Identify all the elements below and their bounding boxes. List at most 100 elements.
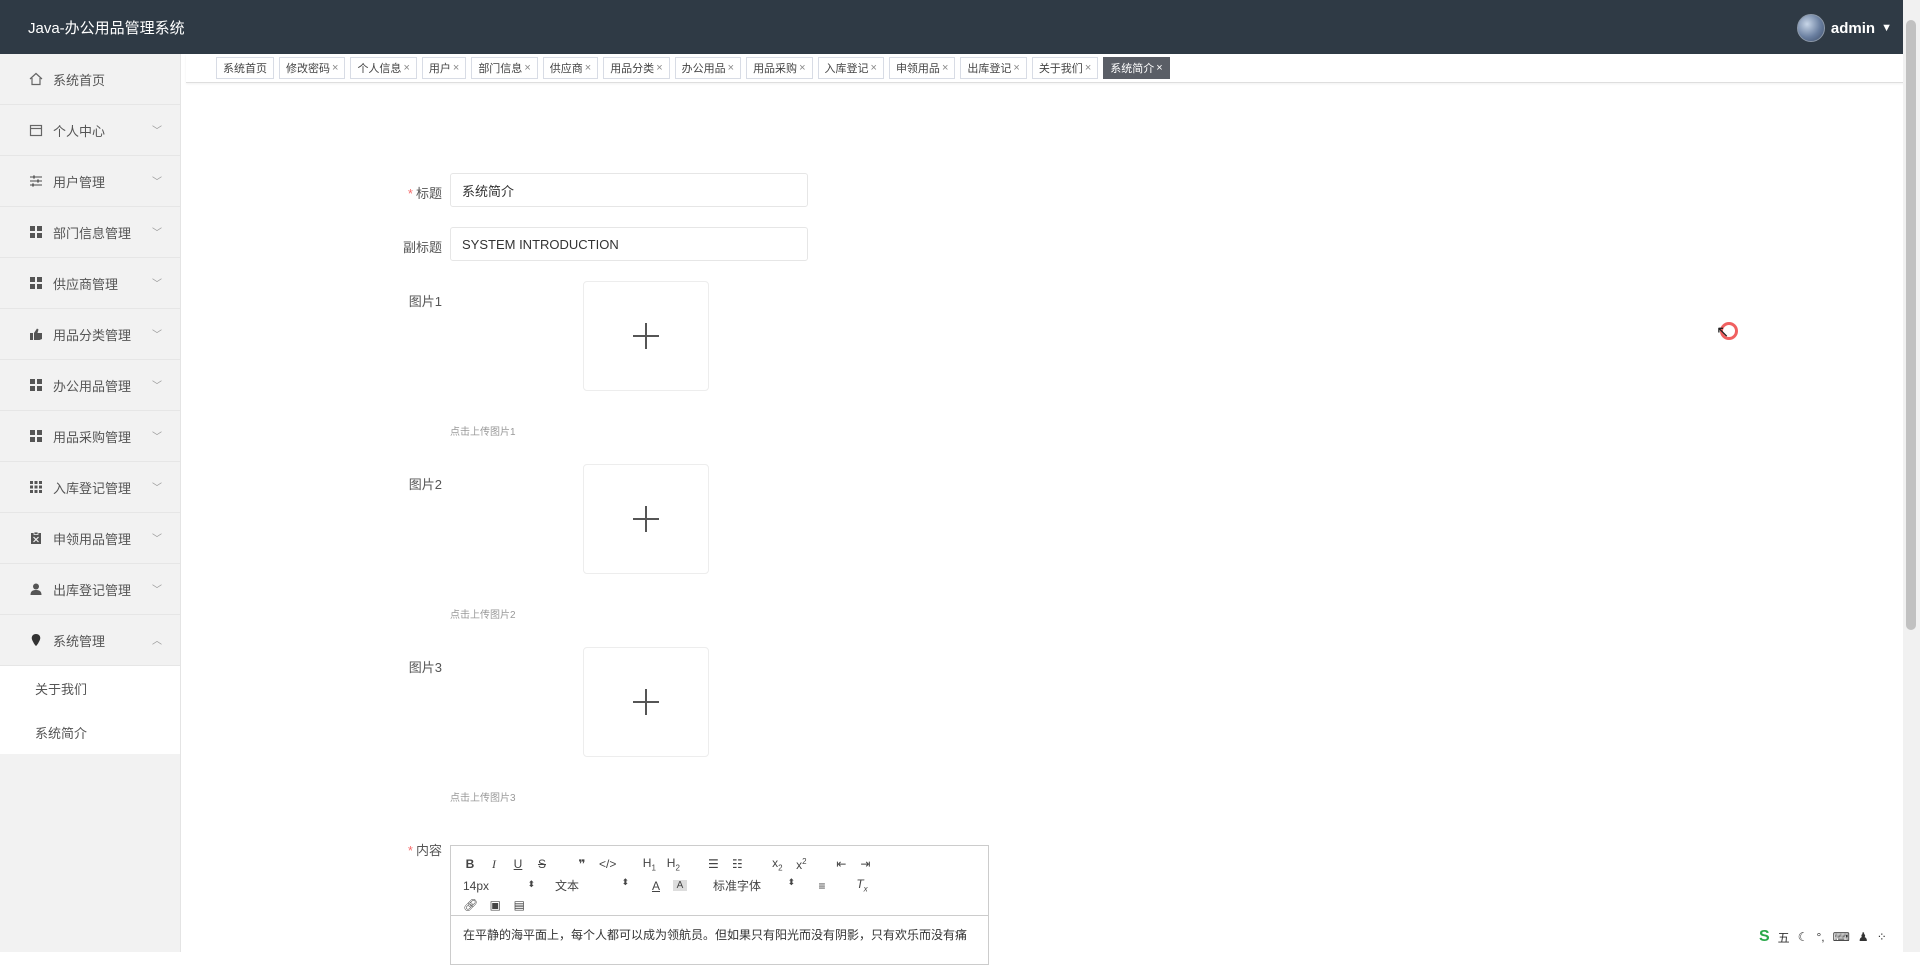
keyboard-icon[interactable]: ⌨ bbox=[1833, 930, 1850, 944]
sidebar-item-personal-center[interactable]: 个人中心 ﹀ bbox=[0, 105, 180, 156]
outdent-icon[interactable]: ⇤ bbox=[834, 857, 848, 871]
subtitle-label: 副标题 bbox=[402, 240, 442, 255]
sidebar-item-label: 出库登记管理 bbox=[53, 582, 132, 598]
chevron-up-icon: ︿ bbox=[152, 636, 162, 647]
tab-item[interactable]: 部门信息 × bbox=[471, 57, 538, 79]
image1-upload[interactable] bbox=[583, 281, 709, 391]
tab-label: 申领用品 bbox=[895, 63, 940, 75]
grid-icon bbox=[29, 225, 43, 239]
caret-down-icon[interactable]: ▼ bbox=[1881, 22, 1892, 34]
ime-logo-icon: S bbox=[1759, 928, 1770, 945]
sidebar-item-label: 部门信息管理 bbox=[53, 225, 132, 241]
h2-icon[interactable]: H2 bbox=[666, 856, 680, 872]
tab-item[interactable]: 用户 × bbox=[421, 57, 467, 79]
tab-item[interactable]: 系统首页 bbox=[216, 57, 274, 79]
image1-tip: 点击上传图片1 bbox=[450, 427, 516, 438]
tab-item[interactable]: 修改密码 × bbox=[279, 57, 346, 79]
image3-upload[interactable] bbox=[583, 647, 709, 757]
sidebar-item-stock-in-management[interactable]: 入库登记管理 ﹀ bbox=[0, 462, 180, 513]
tab-item[interactable]: 系统简介 × bbox=[1103, 57, 1170, 79]
video-icon[interactable]: ▤ bbox=[512, 898, 526, 912]
close-icon[interactable]: × bbox=[453, 62, 459, 74]
sidebar-item-department-management[interactable]: 部门信息管理 ﹀ bbox=[0, 207, 180, 258]
sidebar-subitem-system-intro[interactable]: 系统简介 bbox=[0, 710, 180, 754]
sliders-icon bbox=[29, 174, 43, 188]
tab-item[interactable]: 办公用品 × bbox=[674, 57, 742, 79]
close-icon[interactable]: × bbox=[942, 62, 948, 74]
ime-toolbar[interactable]: S 五 ☾ °, ⌨ ♟ ⁘ bbox=[1755, 925, 1891, 949]
title-input[interactable] bbox=[450, 173, 808, 207]
tab-item[interactable]: 用品采购 × bbox=[746, 57, 813, 79]
apps-icon[interactable]: ⁘ bbox=[1877, 930, 1887, 944]
blockquote-icon[interactable]: ❞ bbox=[575, 857, 589, 871]
tab-item[interactable]: 供应商 × bbox=[542, 57, 599, 79]
strike-icon[interactable]: S bbox=[535, 857, 549, 871]
close-icon[interactable]: × bbox=[799, 62, 805, 74]
tab-item[interactable]: 关于我们 × bbox=[1031, 57, 1099, 79]
bullet-list-icon[interactable]: ☷ bbox=[730, 857, 744, 871]
italic-icon[interactable]: I bbox=[487, 857, 501, 872]
subtitle-input[interactable] bbox=[450, 227, 808, 261]
superscript-icon[interactable]: x2 bbox=[794, 857, 808, 872]
close-icon[interactable]: × bbox=[332, 62, 338, 74]
sidebar-subitem-about-us[interactable]: 关于我们 bbox=[0, 666, 180, 710]
rich-text-editor[interactable]: B I U S ❞ </> H1 H2 ☰ ☷ x2 x2 ⇤ ⇥ 14px ⬍ … bbox=[450, 845, 989, 965]
scroll-thumb[interactable] bbox=[1906, 20, 1916, 630]
align-icon[interactable]: ≡ bbox=[815, 879, 829, 893]
indent-icon[interactable]: ⇥ bbox=[858, 857, 872, 871]
sidebar-item-supplier-management[interactable]: 供应商管理 ﹀ bbox=[0, 258, 180, 309]
tab-label: 系统简介 bbox=[1110, 63, 1155, 75]
tab-item[interactable]: 用品分类 × bbox=[603, 57, 670, 79]
sidebar-item-label: 用品分类管理 bbox=[53, 327, 132, 343]
close-icon[interactable]: × bbox=[403, 62, 409, 74]
user-menu[interactable]: admin ▼ bbox=[1796, 14, 1892, 42]
code-icon[interactable]: </> bbox=[599, 857, 616, 871]
close-icon[interactable]: × bbox=[656, 62, 662, 74]
link-icon[interactable]: 🔗︎ bbox=[463, 898, 478, 912]
close-icon[interactable]: × bbox=[728, 62, 734, 74]
sidebar-item-system-management[interactable]: 系统管理 ︿ bbox=[0, 615, 180, 666]
tab-item[interactable]: 出库登记 × bbox=[960, 57, 1027, 79]
size-select[interactable]: 14px ⬍ bbox=[463, 879, 535, 893]
clear-format-icon[interactable]: Tx bbox=[855, 877, 869, 893]
user-icon[interactable]: ♟ bbox=[1858, 930, 1869, 944]
chevron-down-icon: ﹀ bbox=[152, 381, 162, 392]
underline-icon[interactable]: U bbox=[511, 857, 525, 871]
close-icon[interactable]: × bbox=[585, 62, 591, 74]
close-icon[interactable]: × bbox=[524, 62, 530, 74]
bold-icon[interactable]: B bbox=[463, 857, 477, 871]
ime-mode-label[interactable]: 五 bbox=[1778, 929, 1790, 946]
close-icon[interactable]: × bbox=[1013, 62, 1019, 74]
username[interactable]: admin bbox=[1831, 20, 1875, 37]
image2-upload[interactable] bbox=[583, 464, 709, 574]
sidebar-item-home[interactable]: 系统首页 bbox=[0, 54, 180, 105]
subscript-icon[interactable]: x2 bbox=[770, 856, 784, 872]
tab-item[interactable]: 入库登记 × bbox=[817, 57, 884, 79]
sidebar-item-stock-out-management[interactable]: 出库登记管理 ﹀ bbox=[0, 564, 180, 615]
page-scrollbar[interactable] bbox=[1903, 0, 1920, 952]
close-icon[interactable]: × bbox=[871, 62, 877, 74]
font-color-icon[interactable]: A bbox=[649, 879, 663, 893]
sidebar-item-requisition-management[interactable]: 申领用品管理 ﹀ bbox=[0, 513, 180, 564]
tab-item[interactable]: 申领用品 × bbox=[888, 57, 956, 79]
close-icon[interactable]: × bbox=[1085, 62, 1091, 74]
header-select[interactable]: 文本 ⬍ bbox=[555, 877, 629, 894]
editor-content[interactable]: 在平静的海平面上，每个人都可以成为领航员。但如果只有阳光而没有阴影，只有欢乐而没… bbox=[451, 916, 988, 953]
punctuation-icon[interactable]: °, bbox=[1816, 930, 1824, 944]
sidebar-item-purchase-management[interactable]: 用品采购管理 ﹀ bbox=[0, 411, 180, 462]
font-select[interactable]: 标准字体 ⬍ bbox=[713, 877, 795, 894]
sidebar-item-category-management[interactable]: 用品分类管理 ﹀ bbox=[0, 309, 180, 360]
avatar[interactable] bbox=[1796, 14, 1825, 42]
sidebar-item-user-management[interactable]: 用户管理 ﹀ bbox=[0, 156, 180, 207]
h1-icon[interactable]: H1 bbox=[642, 856, 656, 872]
background-color-icon[interactable]: A bbox=[673, 880, 687, 891]
ordered-list-icon[interactable]: ☰ bbox=[706, 857, 720, 871]
editor-toolbar: B I U S ❞ </> H1 H2 ☰ ☷ x2 x2 ⇤ ⇥ 14px ⬍ … bbox=[451, 846, 988, 916]
sidebar-item-label: 个人中心 bbox=[53, 123, 106, 139]
moon-icon[interactable]: ☾ bbox=[1798, 930, 1809, 944]
image-icon[interactable]: ▣ bbox=[488, 898, 502, 912]
close-icon[interactable]: × bbox=[1156, 62, 1162, 74]
image3-tip: 点击上传图片3 bbox=[450, 793, 516, 804]
sidebar-item-office-supplies-management[interactable]: 办公用品管理 ﹀ bbox=[0, 360, 180, 411]
tab-item[interactable]: 个人信息 × bbox=[350, 57, 417, 79]
